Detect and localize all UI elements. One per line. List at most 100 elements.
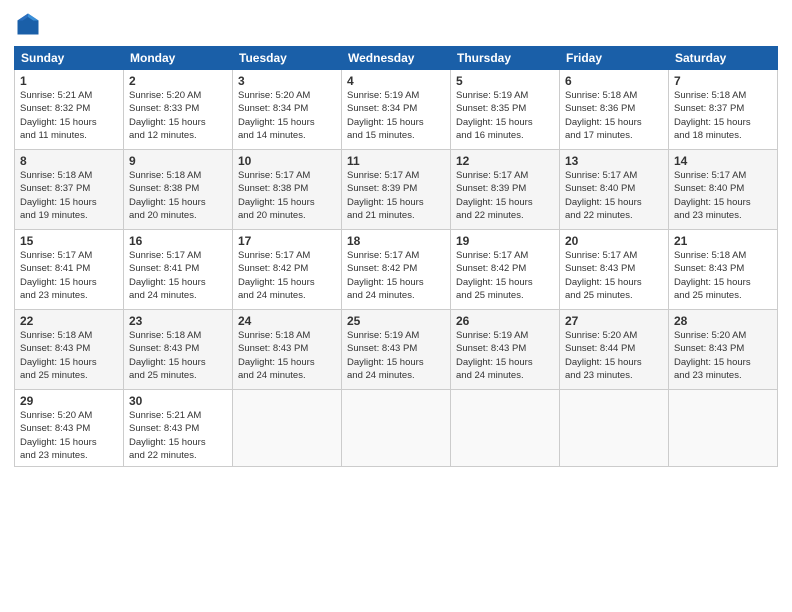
day-info: Sunrise: 5:21 AM Sunset: 8:43 PM Dayligh… bbox=[129, 409, 227, 462]
day-info: Sunrise: 5:17 AM Sunset: 8:40 PM Dayligh… bbox=[565, 169, 663, 222]
day-info: Sunrise: 5:20 AM Sunset: 8:34 PM Dayligh… bbox=[238, 89, 336, 142]
day-number: 16 bbox=[129, 234, 227, 248]
day-number: 26 bbox=[456, 314, 554, 328]
day-info: Sunrise: 5:17 AM Sunset: 8:42 PM Dayligh… bbox=[456, 249, 554, 302]
calendar-day: 4Sunrise: 5:19 AM Sunset: 8:34 PM Daylig… bbox=[342, 70, 451, 150]
day-number: 27 bbox=[565, 314, 663, 328]
calendar-day: 15Sunrise: 5:17 AM Sunset: 8:41 PM Dayli… bbox=[15, 230, 124, 310]
day-info: Sunrise: 5:17 AM Sunset: 8:42 PM Dayligh… bbox=[238, 249, 336, 302]
calendar-day: 7Sunrise: 5:18 AM Sunset: 8:37 PM Daylig… bbox=[669, 70, 778, 150]
day-info: Sunrise: 5:17 AM Sunset: 8:38 PM Dayligh… bbox=[238, 169, 336, 222]
calendar-table: SundayMondayTuesdayWednesdayThursdayFrid… bbox=[14, 46, 778, 467]
weekday-header-thursday: Thursday bbox=[451, 47, 560, 70]
day-number: 7 bbox=[674, 74, 772, 88]
calendar-day: 9Sunrise: 5:18 AM Sunset: 8:38 PM Daylig… bbox=[124, 150, 233, 230]
day-number: 4 bbox=[347, 74, 445, 88]
day-info: Sunrise: 5:18 AM Sunset: 8:37 PM Dayligh… bbox=[674, 89, 772, 142]
calendar-day bbox=[669, 390, 778, 467]
page: SundayMondayTuesdayWednesdayThursdayFrid… bbox=[0, 0, 792, 612]
day-info: Sunrise: 5:17 AM Sunset: 8:43 PM Dayligh… bbox=[565, 249, 663, 302]
day-number: 6 bbox=[565, 74, 663, 88]
day-number: 12 bbox=[456, 154, 554, 168]
day-number: 3 bbox=[238, 74, 336, 88]
weekday-header-monday: Monday bbox=[124, 47, 233, 70]
day-info: Sunrise: 5:19 AM Sunset: 8:35 PM Dayligh… bbox=[456, 89, 554, 142]
day-number: 18 bbox=[347, 234, 445, 248]
day-number: 8 bbox=[20, 154, 118, 168]
logo-icon bbox=[14, 10, 42, 38]
day-info: Sunrise: 5:21 AM Sunset: 8:32 PM Dayligh… bbox=[20, 89, 118, 142]
calendar-day: 14Sunrise: 5:17 AM Sunset: 8:40 PM Dayli… bbox=[669, 150, 778, 230]
calendar-day: 12Sunrise: 5:17 AM Sunset: 8:39 PM Dayli… bbox=[451, 150, 560, 230]
day-info: Sunrise: 5:19 AM Sunset: 8:43 PM Dayligh… bbox=[347, 329, 445, 382]
calendar-day: 10Sunrise: 5:17 AM Sunset: 8:38 PM Dayli… bbox=[233, 150, 342, 230]
day-info: Sunrise: 5:18 AM Sunset: 8:43 PM Dayligh… bbox=[238, 329, 336, 382]
calendar-week-4: 29Sunrise: 5:20 AM Sunset: 8:43 PM Dayli… bbox=[15, 390, 778, 467]
weekday-header-wednesday: Wednesday bbox=[342, 47, 451, 70]
calendar-day: 28Sunrise: 5:20 AM Sunset: 8:43 PM Dayli… bbox=[669, 310, 778, 390]
logo bbox=[14, 10, 46, 38]
day-info: Sunrise: 5:20 AM Sunset: 8:43 PM Dayligh… bbox=[20, 409, 118, 462]
day-number: 25 bbox=[347, 314, 445, 328]
calendar-day: 16Sunrise: 5:17 AM Sunset: 8:41 PM Dayli… bbox=[124, 230, 233, 310]
day-info: Sunrise: 5:19 AM Sunset: 8:34 PM Dayligh… bbox=[347, 89, 445, 142]
day-info: Sunrise: 5:20 AM Sunset: 8:33 PM Dayligh… bbox=[129, 89, 227, 142]
day-number: 17 bbox=[238, 234, 336, 248]
calendar-week-0: 1Sunrise: 5:21 AM Sunset: 8:32 PM Daylig… bbox=[15, 70, 778, 150]
calendar-day: 23Sunrise: 5:18 AM Sunset: 8:43 PM Dayli… bbox=[124, 310, 233, 390]
calendar-week-3: 22Sunrise: 5:18 AM Sunset: 8:43 PM Dayli… bbox=[15, 310, 778, 390]
day-number: 23 bbox=[129, 314, 227, 328]
day-info: Sunrise: 5:18 AM Sunset: 8:36 PM Dayligh… bbox=[565, 89, 663, 142]
calendar-week-1: 8Sunrise: 5:18 AM Sunset: 8:37 PM Daylig… bbox=[15, 150, 778, 230]
day-info: Sunrise: 5:19 AM Sunset: 8:43 PM Dayligh… bbox=[456, 329, 554, 382]
weekday-header-tuesday: Tuesday bbox=[233, 47, 342, 70]
day-info: Sunrise: 5:18 AM Sunset: 8:43 PM Dayligh… bbox=[129, 329, 227, 382]
calendar-day: 8Sunrise: 5:18 AM Sunset: 8:37 PM Daylig… bbox=[15, 150, 124, 230]
weekday-header-saturday: Saturday bbox=[669, 47, 778, 70]
day-info: Sunrise: 5:18 AM Sunset: 8:38 PM Dayligh… bbox=[129, 169, 227, 222]
calendar-header-row: SundayMondayTuesdayWednesdayThursdayFrid… bbox=[15, 47, 778, 70]
calendar-day bbox=[451, 390, 560, 467]
day-info: Sunrise: 5:17 AM Sunset: 8:39 PM Dayligh… bbox=[347, 169, 445, 222]
calendar-day: 5Sunrise: 5:19 AM Sunset: 8:35 PM Daylig… bbox=[451, 70, 560, 150]
day-number: 5 bbox=[456, 74, 554, 88]
calendar-day: 25Sunrise: 5:19 AM Sunset: 8:43 PM Dayli… bbox=[342, 310, 451, 390]
day-number: 29 bbox=[20, 394, 118, 408]
day-info: Sunrise: 5:18 AM Sunset: 8:43 PM Dayligh… bbox=[674, 249, 772, 302]
day-number: 30 bbox=[129, 394, 227, 408]
calendar-day: 2Sunrise: 5:20 AM Sunset: 8:33 PM Daylig… bbox=[124, 70, 233, 150]
day-info: Sunrise: 5:17 AM Sunset: 8:41 PM Dayligh… bbox=[20, 249, 118, 302]
calendar-day: 13Sunrise: 5:17 AM Sunset: 8:40 PM Dayli… bbox=[560, 150, 669, 230]
day-info: Sunrise: 5:17 AM Sunset: 8:40 PM Dayligh… bbox=[674, 169, 772, 222]
day-number: 20 bbox=[565, 234, 663, 248]
day-info: Sunrise: 5:18 AM Sunset: 8:37 PM Dayligh… bbox=[20, 169, 118, 222]
day-info: Sunrise: 5:18 AM Sunset: 8:43 PM Dayligh… bbox=[20, 329, 118, 382]
calendar-day bbox=[233, 390, 342, 467]
calendar-day: 19Sunrise: 5:17 AM Sunset: 8:42 PM Dayli… bbox=[451, 230, 560, 310]
day-info: Sunrise: 5:17 AM Sunset: 8:41 PM Dayligh… bbox=[129, 249, 227, 302]
day-number: 11 bbox=[347, 154, 445, 168]
calendar-day: 1Sunrise: 5:21 AM Sunset: 8:32 PM Daylig… bbox=[15, 70, 124, 150]
calendar-day: 30Sunrise: 5:21 AM Sunset: 8:43 PM Dayli… bbox=[124, 390, 233, 467]
day-number: 9 bbox=[129, 154, 227, 168]
day-number: 13 bbox=[565, 154, 663, 168]
day-number: 14 bbox=[674, 154, 772, 168]
day-number: 21 bbox=[674, 234, 772, 248]
calendar-day: 29Sunrise: 5:20 AM Sunset: 8:43 PM Dayli… bbox=[15, 390, 124, 467]
day-number: 15 bbox=[20, 234, 118, 248]
calendar-day bbox=[560, 390, 669, 467]
calendar-day: 6Sunrise: 5:18 AM Sunset: 8:36 PM Daylig… bbox=[560, 70, 669, 150]
calendar-day: 27Sunrise: 5:20 AM Sunset: 8:44 PM Dayli… bbox=[560, 310, 669, 390]
header bbox=[14, 10, 778, 38]
calendar-day: 22Sunrise: 5:18 AM Sunset: 8:43 PM Dayli… bbox=[15, 310, 124, 390]
day-number: 24 bbox=[238, 314, 336, 328]
day-number: 28 bbox=[674, 314, 772, 328]
calendar-day: 11Sunrise: 5:17 AM Sunset: 8:39 PM Dayli… bbox=[342, 150, 451, 230]
calendar-day bbox=[342, 390, 451, 467]
day-number: 22 bbox=[20, 314, 118, 328]
day-number: 1 bbox=[20, 74, 118, 88]
calendar-day: 21Sunrise: 5:18 AM Sunset: 8:43 PM Dayli… bbox=[669, 230, 778, 310]
day-info: Sunrise: 5:20 AM Sunset: 8:43 PM Dayligh… bbox=[674, 329, 772, 382]
calendar-day: 26Sunrise: 5:19 AM Sunset: 8:43 PM Dayli… bbox=[451, 310, 560, 390]
day-number: 19 bbox=[456, 234, 554, 248]
